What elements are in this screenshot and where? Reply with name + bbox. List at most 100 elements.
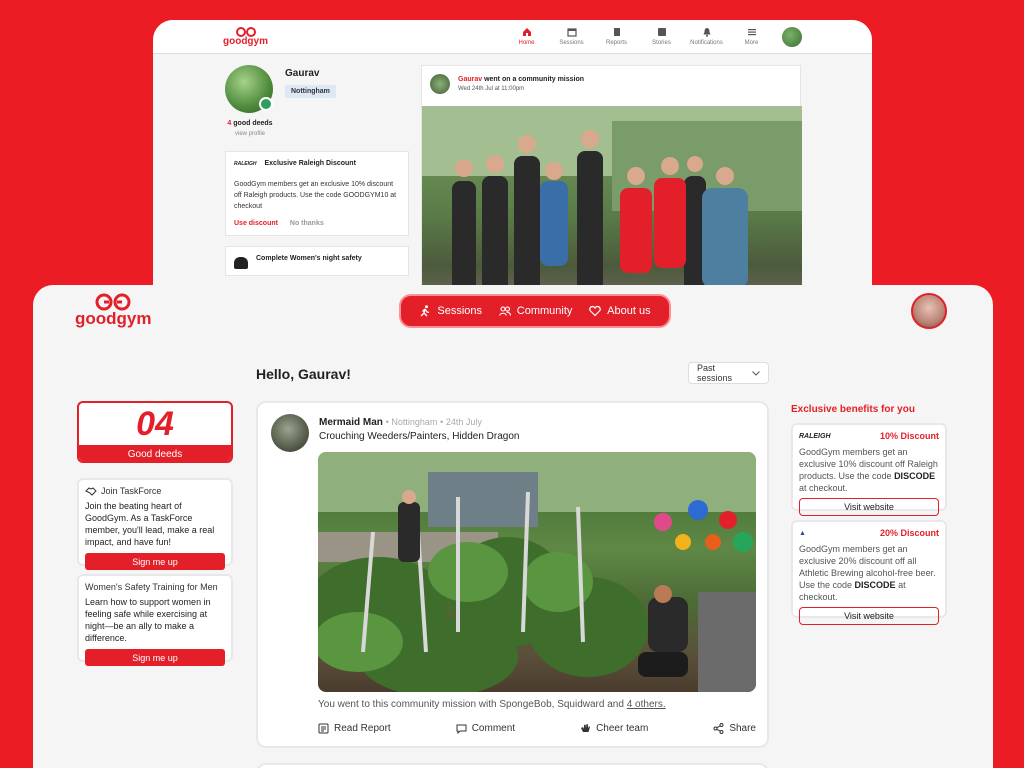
benefit-code: DISCODE: [894, 471, 936, 481]
new-app-window: goodgym Sessions Community About us Hell…: [33, 285, 993, 768]
user-avatar[interactable]: [911, 293, 947, 329]
no-thanks-link[interactable]: No thanks: [290, 220, 324, 227]
old-profile: Gaurav Nottingham: [225, 65, 409, 113]
home-icon: [522, 28, 531, 36]
old-nav-sessions[interactable]: Sessions: [549, 27, 594, 46]
next-feed-post: [256, 763, 769, 768]
old-nav-label: Notifications: [690, 40, 723, 46]
cheer-team-label: Cheer team: [596, 723, 649, 734]
old-deeds-number: 4: [227, 120, 232, 127]
raleigh-logo-icon: RALEIGH: [234, 160, 257, 167]
old-location-badge: Nottingham: [285, 85, 336, 98]
post-avatar[interactable]: [271, 414, 309, 452]
nav-community[interactable]: Community: [499, 305, 573, 317]
safety-training-card: Women's Safety Training for Men Learn ho…: [77, 574, 233, 666]
post-activity: Crouching Weeders/Painters, Hidden Drago…: [319, 431, 520, 442]
good-deeds-number: 04: [136, 404, 174, 443]
old-logo-text: goodgym: [223, 35, 268, 47]
calendar-icon: [566, 28, 577, 37]
old-user-avatar[interactable]: [782, 26, 802, 47]
old-nav-stories[interactable]: Stories: [639, 27, 684, 46]
old-discount-text: GoodGym members get an exclusive 10% dis…: [234, 181, 397, 210]
post-actions: Read Report Comment Cheer team Share: [318, 723, 756, 734]
old-nav-label: Sessions: [559, 40, 584, 46]
old-profile-name: Gaurav: [285, 68, 320, 79]
taskforce-signup-button[interactable]: Sign me up: [85, 553, 225, 570]
nav-community-label: Community: [516, 305, 573, 317]
visit-website-button[interactable]: Visit website: [799, 607, 939, 625]
old-post-action: went on a community mission: [482, 76, 585, 83]
old-nav-home[interactable]: Home: [504, 27, 549, 46]
athletic-brewing-logo-icon: ▲: [799, 529, 806, 537]
share-button[interactable]: Share: [713, 723, 756, 734]
old-view-profile-link[interactable]: view profile: [225, 131, 275, 137]
safety-signup-button[interactable]: Sign me up: [85, 649, 225, 666]
benefit-text: GoodGym members get an exclusive 10% dis…: [799, 446, 939, 494]
report-icon: [613, 28, 620, 36]
use-discount-link[interactable]: Use discount: [234, 220, 278, 227]
safety-text: Learn how to support women in feeling sa…: [85, 597, 211, 643]
garden-photo-image: [318, 452, 756, 692]
old-feed-post: Gaurav went on a community mission Wed 2…: [421, 65, 802, 290]
menu-icon: [747, 29, 756, 36]
safety-title: Women's Safety Training for Men: [85, 582, 218, 592]
old-nav-label: Stories: [652, 40, 671, 46]
post-caption: You went to this community mission with …: [318, 699, 666, 710]
old-safety-title: Complete Women's night safety: [256, 255, 362, 262]
old-safety-card[interactable]: Complete Women's night safety: [225, 246, 409, 276]
read-report-label: Read Report: [334, 723, 391, 734]
report-icon: [318, 723, 329, 734]
visit-website-button[interactable]: Visit website: [799, 498, 939, 516]
nav-sessions-label: Sessions: [437, 305, 483, 317]
post-date: 24th July: [445, 417, 482, 427]
share-label: Share: [729, 723, 756, 734]
old-post-avatar[interactable]: [430, 74, 450, 94]
share-icon: [713, 723, 724, 734]
comment-button[interactable]: Comment: [456, 723, 515, 734]
benefit-discount: 20% Discount: [879, 528, 939, 538]
old-nav-notifications[interactable]: Notifications: [684, 27, 729, 46]
post-caption-text: You went to this community mission with …: [318, 699, 627, 710]
old-nav-label: Reports: [605, 40, 627, 46]
taskforce-text: Join the beating heart of GoodGym. As a …: [85, 501, 215, 547]
old-post-user[interactable]: Gaurav: [458, 76, 482, 83]
old-discount-card: RALEIGH Exclusive Raleigh Discount GoodG…: [225, 151, 409, 236]
old-post-date: Wed 24th Jul at 11:00pm: [458, 86, 525, 92]
benefit-text: GoodGym members get an exclusive 20% dis…: [799, 543, 939, 603]
benefit-text-b: at checkout.: [799, 483, 848, 493]
post-header: Mermaid Man • Nottingham • 24th July: [319, 417, 482, 428]
old-nav-more[interactable]: More: [729, 27, 774, 46]
old-post-title: Gaurav went on a community mission: [458, 76, 584, 83]
people-icon: [499, 306, 511, 316]
nav-about[interactable]: About us: [589, 305, 651, 317]
sessions-filter-select[interactable]: Past sessions: [688, 362, 769, 384]
benefits-title: Exclusive benefits for you: [791, 404, 915, 415]
handshake-icon: [85, 487, 97, 496]
greeting: Hello, Gaurav!: [256, 366, 351, 382]
comment-label: Comment: [471, 723, 516, 734]
comment-icon: [456, 724, 467, 734]
benefit-card-athletic-brewing: ▲ 20% Discount GoodGym members get an ex…: [791, 520, 947, 625]
old-discount-title: Exclusive Raleigh Discount: [264, 160, 356, 167]
old-nav-label: More: [744, 40, 759, 46]
old-post-photo: [422, 106, 802, 290]
post-others-link[interactable]: 4 others.: [627, 699, 666, 710]
bell-icon: [703, 28, 710, 37]
read-report-button[interactable]: Read Report: [318, 723, 391, 734]
old-nav-reports[interactable]: Reports: [594, 27, 639, 46]
raleigh-logo-icon: RALEIGH: [799, 432, 831, 440]
chevron-down-icon: [752, 370, 760, 376]
old-profile-avatar[interactable]: [225, 65, 273, 113]
stories-icon: [657, 28, 666, 36]
new-logo[interactable]: goodgym: [75, 293, 152, 327]
good-deeds-label: Good deeds: [79, 445, 231, 461]
old-logo[interactable]: goodgym: [223, 26, 268, 47]
cheer-team-button[interactable]: Cheer team: [580, 723, 648, 734]
nav-sessions[interactable]: Sessions: [419, 305, 482, 317]
nav-about-label: About us: [607, 305, 651, 317]
old-header: goodgym Home Sessions Reports Stories No…: [153, 20, 872, 54]
good-deeds-counter: 04 Good deeds: [77, 401, 233, 463]
post-user[interactable]: Mermaid Man: [319, 417, 383, 428]
post-photo[interactable]: [318, 452, 756, 692]
old-app-window: goodgym Home Sessions Reports Stories No…: [153, 20, 872, 290]
